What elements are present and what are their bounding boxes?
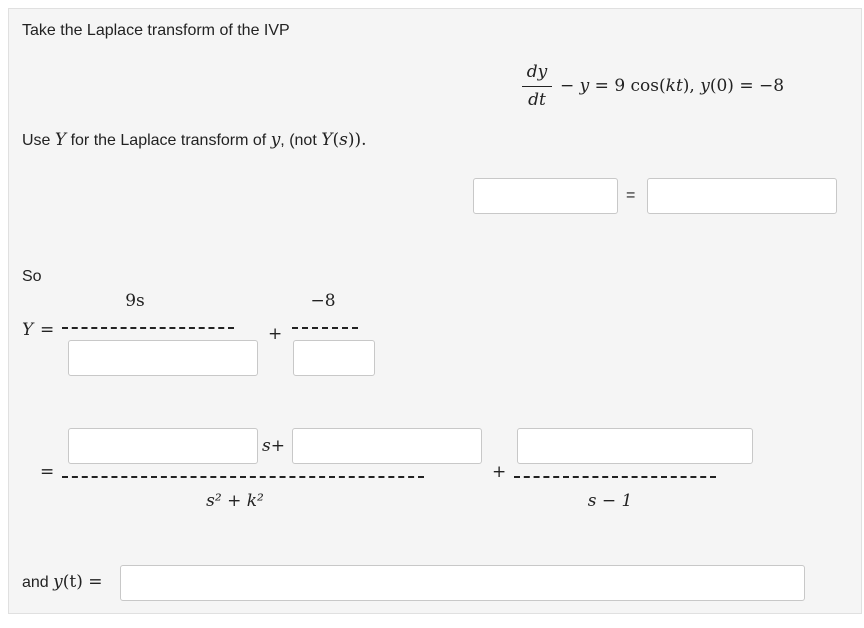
- first-fraction-line-a: [62, 327, 234, 329]
- first-numerator-b: −8: [310, 291, 336, 311]
- first-numerator-a: 9s: [125, 291, 145, 311]
- second-numerator-a-input[interactable]: [68, 428, 258, 464]
- second-equals: =: [40, 462, 55, 482]
- final-answer-label: and y(t) =: [22, 572, 103, 592]
- Y-symbol: Y: [22, 320, 34, 340]
- equals-sign: =: [626, 187, 636, 204]
- second-plus: +: [492, 462, 507, 482]
- first-denominator-b-input[interactable]: [293, 340, 375, 376]
- first-plus: +: [268, 324, 283, 344]
- second-numerator-c-input[interactable]: [517, 428, 753, 464]
- second-denominator-a: s² + k²: [206, 491, 264, 511]
- second-fraction-line-a: [62, 476, 424, 478]
- ivp-fraction-line: [522, 86, 552, 87]
- second-denominator-b: s − 1: [587, 491, 633, 511]
- s-plus-term: s+: [262, 436, 285, 456]
- instruction-text: Use Y for the Laplace transform of y, (n…: [22, 130, 367, 150]
- y-of-t-input[interactable]: [120, 565, 805, 601]
- ivp-numerator: dy: [526, 62, 548, 82]
- first-equals: =: [40, 320, 55, 340]
- transform-lhs-input[interactable]: [473, 178, 618, 214]
- transform-rhs-input[interactable]: [647, 178, 837, 214]
- ivp-equation: − y = 9 cos(kt), y(0) = −8: [560, 76, 785, 96]
- second-numerator-b-input[interactable]: [292, 428, 482, 464]
- first-fraction-line-b: [292, 327, 358, 329]
- question-panel: [8, 8, 862, 614]
- second-fraction-line-b: [514, 476, 716, 478]
- first-denominator-a-input[interactable]: [68, 340, 258, 376]
- so-label: So: [22, 268, 42, 285]
- intro-text: Take the Laplace transform of the IVP: [22, 22, 290, 39]
- ivp-denominator: dt: [528, 90, 546, 110]
